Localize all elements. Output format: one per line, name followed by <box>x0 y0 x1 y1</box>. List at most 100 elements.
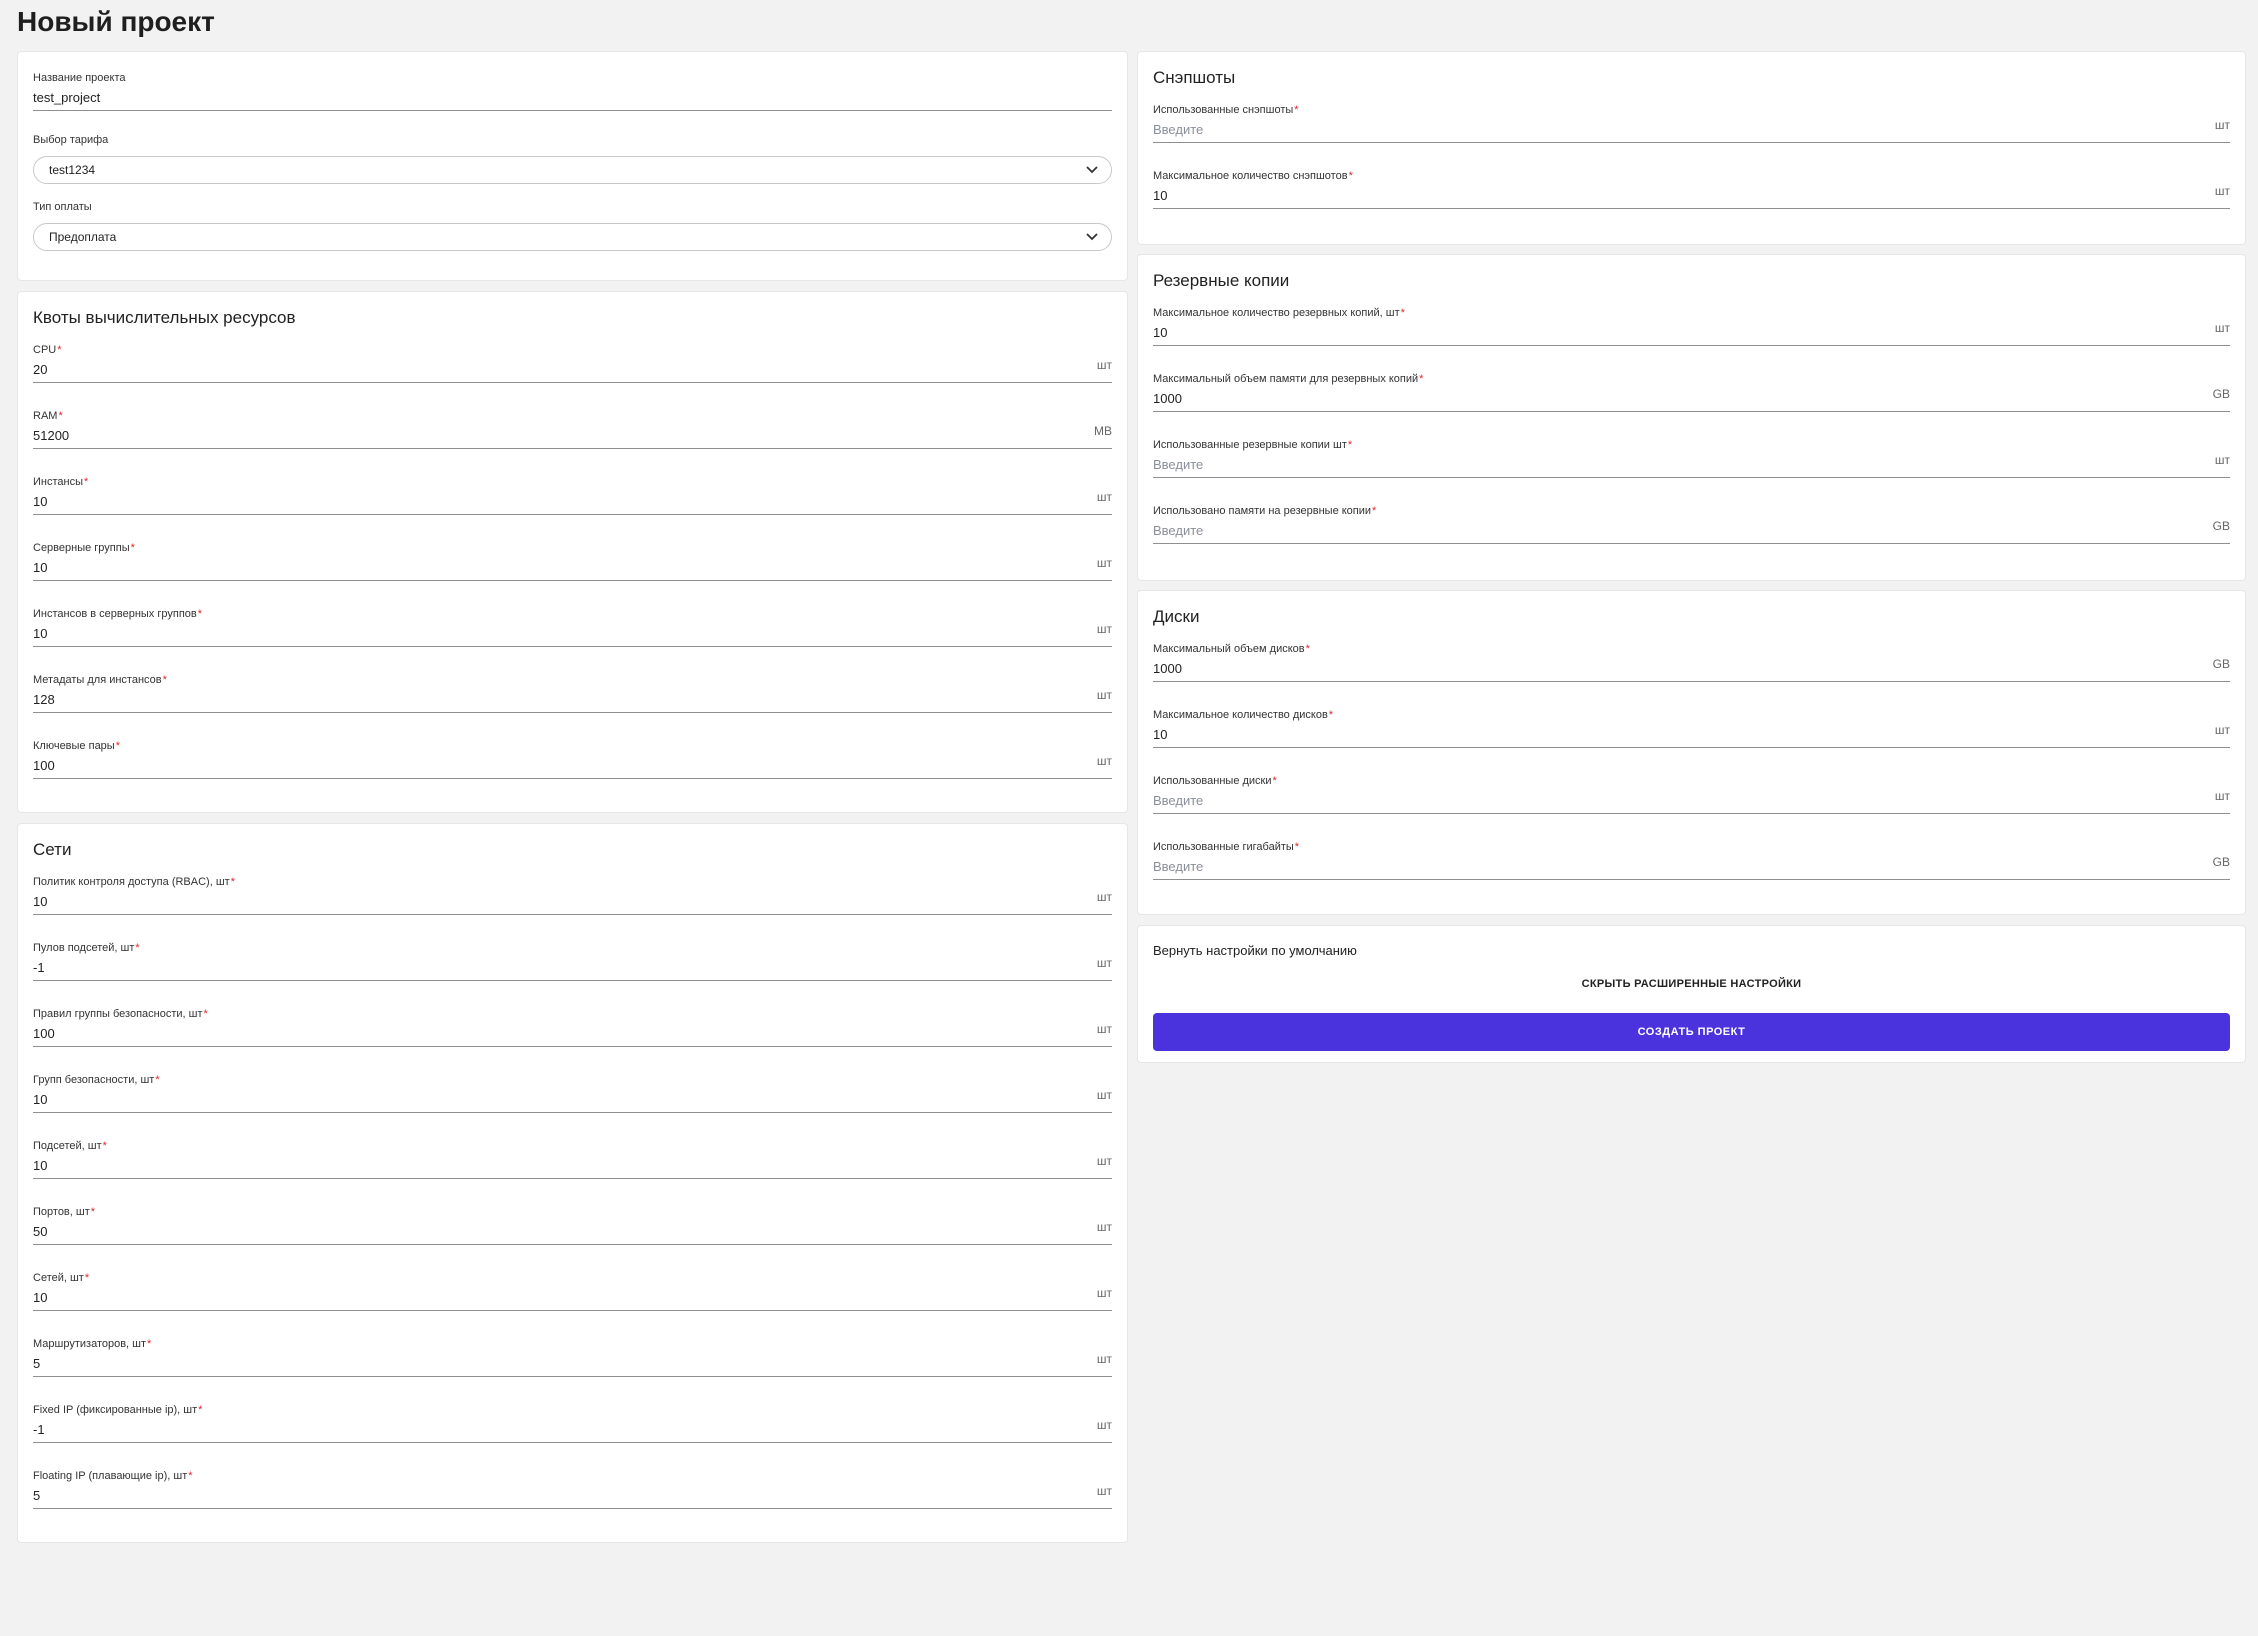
quota-field-label: Подсетей, шт* <box>33 1140 107 1152</box>
quota-field[interactable]: Инстансы* шт <box>33 476 1112 526</box>
required-asterisk: * <box>102 1140 107 1152</box>
quota-field-input[interactable] <box>1153 727 2190 742</box>
quota-field[interactable]: Максимальный объем дисков* GB <box>1153 643 2230 693</box>
field-underline <box>33 1244 1112 1245</box>
quota-field-unit: шт <box>2214 118 2230 132</box>
quota-field-unit: MB <box>1094 424 1112 438</box>
quota-field-input[interactable] <box>1153 523 2190 538</box>
quota-field-input[interactable] <box>33 894 1072 909</box>
quota-field-label: Метадаты для инстансов* <box>33 674 167 686</box>
quota-field[interactable]: Максимальное количество дисков* шт <box>1153 709 2230 759</box>
quota-field[interactable]: RAM* MB <box>33 410 1112 460</box>
field-underline <box>1153 411 2230 412</box>
required-asterisk: * <box>147 1338 152 1350</box>
quota-field-input[interactable] <box>1153 188 2190 203</box>
quota-field[interactable]: Правил группы безопасности, шт* шт <box>33 1008 1112 1058</box>
field-underline <box>33 448 1112 449</box>
required-asterisk: * <box>1294 104 1299 116</box>
project-name-input[interactable] <box>33 90 1072 105</box>
quota-field-input[interactable] <box>33 494 1072 509</box>
actions-card: Вернуть настройки по умолчанию СКРЫТЬ РА… <box>1137 925 2246 1063</box>
quota-field-input[interactable] <box>1153 122 2190 137</box>
required-asterisk: * <box>203 1008 208 1020</box>
field-underline <box>1153 813 2230 814</box>
quota-field-input[interactable] <box>33 626 1072 641</box>
quota-field[interactable]: Floating IP (плавающие ip), шт* шт <box>33 1470 1112 1520</box>
create-project-button[interactable]: СОЗДАТЬ ПРОЕКТ <box>1153 1013 2230 1051</box>
quota-field-unit: GB <box>2212 855 2230 869</box>
quota-field[interactable]: Использованные снэпшоты* шт <box>1153 104 2230 154</box>
quota-field-unit: GB <box>2212 387 2230 401</box>
quota-field-input[interactable] <box>33 1290 1072 1305</box>
quota-field[interactable]: Использовано памяти на резервные копии* G… <box>1153 505 2230 555</box>
quota-field-unit: шт <box>1096 688 1112 702</box>
payment-type-select[interactable]: Предоплата <box>33 223 1112 251</box>
quota-field-unit: шт <box>1096 890 1112 904</box>
field-underline <box>1153 879 2230 880</box>
quota-field-input[interactable] <box>33 1158 1072 1173</box>
quota-field[interactable]: Использованные резервные копии шт* шт <box>1153 439 2230 489</box>
quota-field-input[interactable] <box>33 1092 1072 1107</box>
disks-title: Диски <box>1153 607 1200 626</box>
quota-field[interactable]: Маршрутизаторов, шт* шт <box>33 1338 1112 1388</box>
quota-field-input[interactable] <box>33 1488 1072 1503</box>
quota-field-input[interactable] <box>33 692 1072 707</box>
tariff-select[interactable]: test1234 <box>33 156 1112 184</box>
quota-field[interactable]: Подсетей, шт* шт <box>33 1140 1112 1190</box>
quota-field[interactable]: Портов, шт* шт <box>33 1206 1112 1256</box>
quota-field-label: Сетей, шт* <box>33 1272 90 1284</box>
quota-field[interactable]: Использованные диски* шт <box>1153 775 2230 825</box>
required-asterisk: * <box>162 674 167 686</box>
required-asterisk: * <box>1272 775 1277 787</box>
field-underline <box>1153 681 2230 682</box>
field-underline <box>33 580 1112 581</box>
quota-field[interactable]: Серверные группы* шт <box>33 542 1112 592</box>
hide-advanced-settings-button[interactable]: СКРЫТЬ РАСШИРЕННЫЕ НАСТРОЙКИ <box>1138 978 2245 990</box>
quota-field-label: Пулов подсетей, шт* <box>33 942 140 954</box>
quota-field-unit: GB <box>2212 519 2230 533</box>
tariff-label: Выбор тарифа <box>33 134 109 146</box>
quota-field-input[interactable] <box>1153 661 2190 676</box>
networks-title: Сети <box>33 840 72 859</box>
quota-field[interactable]: Сетей, шт* шт <box>33 1272 1112 1322</box>
required-asterisk: * <box>135 942 140 954</box>
required-asterisk: * <box>84 1272 90 1284</box>
quota-field-input[interactable] <box>33 560 1072 575</box>
quota-field-input[interactable] <box>33 1026 1072 1041</box>
quota-field[interactable]: Пулов подсетей, шт* шт <box>33 942 1112 992</box>
quota-field-input[interactable] <box>33 1422 1072 1437</box>
quota-field[interactable]: Fixed IP (фиксированные ip), шт* шт <box>33 1404 1112 1454</box>
field-underline <box>33 1442 1112 1443</box>
reset-defaults-link[interactable]: Вернуть настройки по умолчанию <box>1153 943 1357 958</box>
quota-field-input[interactable] <box>1153 457 2190 472</box>
quota-field[interactable]: Инстансов в серверных группов* шт <box>33 608 1112 658</box>
quota-field-label: Fixed IP (фиксированные ip), шт* <box>33 1404 203 1416</box>
quota-field-input[interactable] <box>1153 793 2190 808</box>
quota-field-label: Ключевые пары* <box>33 740 120 752</box>
quota-field-input[interactable] <box>33 1356 1072 1371</box>
quota-field[interactable]: Максимальный объем памяти для резервных … <box>1153 373 2230 423</box>
quota-field[interactable]: Ключевые пары* шт <box>33 740 1112 790</box>
quota-field-input[interactable] <box>1153 859 2190 874</box>
quota-field[interactable]: Метадаты для инстансов* шт <box>33 674 1112 724</box>
quota-field-label: Инстансов в серверных группов* <box>33 608 203 620</box>
quota-field-input[interactable] <box>1153 391 2190 406</box>
quota-field-unit: шт <box>1096 956 1112 970</box>
quota-field-input[interactable] <box>1153 325 2190 340</box>
quota-field-input[interactable] <box>33 1224 1072 1239</box>
quota-field[interactable]: Использованные гигабайты* GB <box>1153 841 2230 891</box>
quota-field-input[interactable] <box>33 428 1072 443</box>
quota-field-unit: шт <box>2214 321 2230 335</box>
quota-field-input[interactable] <box>33 362 1072 377</box>
quota-field[interactable]: Максимальное количество резервных копий,… <box>1153 307 2230 357</box>
required-asterisk: * <box>1372 505 1377 517</box>
quota-field-input[interactable] <box>33 758 1072 773</box>
project-name-field[interactable]: Название проекта <box>33 72 1112 122</box>
quota-field[interactable]: Политик контроля доступа (RBAC), шт* шт <box>33 876 1112 926</box>
quota-field[interactable]: CPU* шт <box>33 344 1112 394</box>
quota-field-unit: шт <box>1096 490 1112 504</box>
quota-field[interactable]: Максимальное количество снэпшотов* шт <box>1153 170 2230 220</box>
quota-field-input[interactable] <box>33 960 1072 975</box>
quota-field[interactable]: Групп безопасности, шт* шт <box>33 1074 1112 1124</box>
field-underline <box>33 1508 1112 1509</box>
